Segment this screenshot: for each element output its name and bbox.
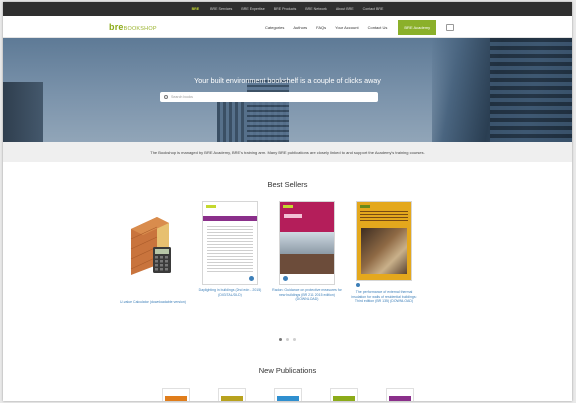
nav-link-contact[interactable]: Contact Us	[368, 25, 388, 30]
product-card[interactable]: U-value Calculator (downloadable version…	[117, 205, 189, 305]
browser-page: BRE BRE Services BRE Expertise BRE Produ…	[3, 2, 572, 401]
hero-building-facade	[490, 38, 572, 142]
logo-sub-text: BOOKSHOP	[123, 26, 157, 32]
new-publication-card[interactable]	[273, 388, 302, 401]
format-icon	[356, 283, 360, 287]
carousel-pagination	[3, 338, 572, 341]
top-link-expertise[interactable]: BRE Expertise	[241, 7, 264, 11]
bre-bookshop-logo[interactable]: breBOOKSHOP	[109, 22, 157, 32]
new-publication-card[interactable]	[217, 388, 246, 401]
info-text: The Bookshop is managed by BRE Academy, …	[150, 149, 425, 155]
top-bar: BRE BRE Services BRE Expertise BRE Produ…	[3, 2, 572, 16]
product-card[interactable]: Daylighting in buildings (2nd edn - 2015…	[194, 201, 266, 297]
hero-building-left	[3, 82, 43, 142]
carousel-dot-3[interactable]	[293, 338, 296, 341]
nav-link-categories[interactable]: Categories	[265, 25, 284, 30]
book-cover	[279, 201, 335, 285]
product-card[interactable]: The performance of external thermal insu…	[348, 201, 420, 304]
product-caption[interactable]: Daylighting in buildings (2nd edn - 2015…	[194, 288, 266, 297]
wall-section-image	[130, 217, 171, 275]
top-link-contact[interactable]: Contact BRE	[363, 7, 384, 11]
product-caption[interactable]: The performance of external thermal insu…	[348, 290, 420, 304]
hero-banner: Your built environment bookshelf is a co…	[3, 38, 572, 142]
product-caption[interactable]: Radon: Guidance on protective measures f…	[271, 288, 343, 302]
top-link-network[interactable]: BRE Network	[305, 7, 327, 11]
new-publication-card[interactable]	[385, 388, 414, 401]
best-sellers-title: Best Sellers	[267, 180, 308, 189]
logo-main-text: bre	[109, 22, 124, 32]
info-strip: The Bookshop is managed by BRE Academy, …	[3, 142, 572, 162]
book-cover	[202, 201, 258, 285]
search-icon	[164, 95, 168, 99]
hero-title: Your built environment bookshelf is a co…	[194, 76, 381, 85]
product-card[interactable]: Radon: Guidance on protective measures f…	[271, 201, 343, 302]
product-caption[interactable]: U-value Calculator (downloadable version…	[117, 300, 189, 305]
main-nav: breBOOKSHOP Categories Authors FAQs Your…	[3, 16, 572, 38]
nav-link-faqs[interactable]: FAQs	[316, 25, 326, 30]
new-publication-card[interactable]	[329, 388, 358, 401]
search-input[interactable]: Search books	[160, 92, 378, 102]
top-link-about[interactable]: About BRE	[336, 7, 354, 11]
bre-academy-button[interactable]: BRE Academy	[398, 19, 437, 35]
top-link-products[interactable]: BRE Products	[274, 7, 297, 11]
nav-link-authors[interactable]: Authors	[293, 25, 307, 30]
new-publications-row	[3, 388, 572, 401]
new-publications-title: New Publications	[258, 366, 317, 375]
bre-brand-link[interactable]: BRE	[192, 7, 200, 11]
best-sellers-carousel: U-value Calculator (downloadable version…	[3, 199, 572, 319]
top-link-services[interactable]: BRE Services	[210, 7, 232, 11]
book-cover	[356, 201, 412, 281]
basket-icon[interactable]	[446, 23, 455, 31]
carousel-dot-2[interactable]	[286, 338, 289, 341]
nav-link-account[interactable]: Your Account	[335, 25, 358, 30]
hero-building-tower	[247, 80, 289, 142]
new-publication-card[interactable]	[161, 388, 190, 401]
carousel-dot-1[interactable]	[279, 338, 282, 341]
search-placeholder: Search books	[171, 95, 193, 99]
